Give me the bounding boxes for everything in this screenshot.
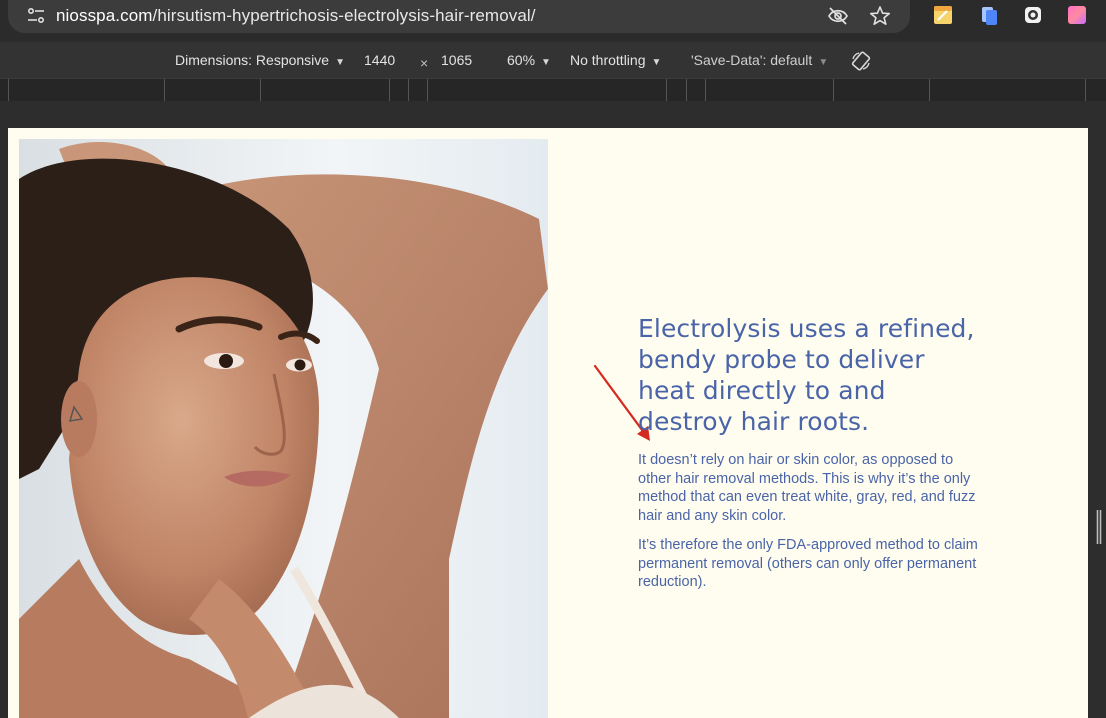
browser-top-bar: niosspa.com/hirsutism-hypertrichosis-ele… xyxy=(0,0,1106,42)
ruler-tick xyxy=(666,79,667,101)
dimensions-dropdown[interactable]: Dimensions: Responsive ▼ xyxy=(175,52,345,68)
extension-notes-icon[interactable] xyxy=(932,4,954,26)
ruler-tick xyxy=(833,79,834,101)
url-host: niosspa.com xyxy=(56,6,153,25)
ruler-tick xyxy=(705,79,706,101)
media-query-ruler[interactable] xyxy=(0,78,1106,101)
save-data-dropdown[interactable]: 'Save-Data': default ▼ xyxy=(691,52,828,68)
url-text[interactable]: niosspa.com/hirsutism-hypertrichosis-ele… xyxy=(56,6,536,26)
bookmark-star-icon[interactable] xyxy=(869,5,891,27)
throttling-label: No throttling xyxy=(570,52,646,68)
section-headline: Electrolysis uses a refined, bendy probe… xyxy=(638,314,975,436)
body-paragraph: It’s therefore the only FDA-approved met… xyxy=(638,537,978,590)
ruler-tick xyxy=(164,79,165,101)
site-info-icon[interactable] xyxy=(26,7,46,25)
throttling-dropdown[interactable]: No throttling ▼ xyxy=(570,52,661,68)
extension-record-icon[interactable] xyxy=(1022,4,1044,26)
device-toolbar: Dimensions: Responsive ▼ 1440 × 1065 60% ▼… xyxy=(0,42,1106,78)
url-path: /hirsutism-hypertrichosis-electrolysis-h… xyxy=(152,6,536,25)
save-data-label: 'Save-Data': default xyxy=(691,52,813,68)
viewport-resize-handle[interactable] xyxy=(1096,510,1102,544)
ruler-tick xyxy=(1085,79,1086,101)
woman-portrait-image xyxy=(19,139,548,718)
ruler-tick xyxy=(260,79,261,101)
ruler-tick xyxy=(8,79,9,101)
ruler-tick xyxy=(686,79,687,101)
zoom-dropdown[interactable]: 60% ▼ xyxy=(507,52,551,68)
dimensions-label: Dimensions: Responsive xyxy=(175,52,330,68)
viewport-margin xyxy=(0,101,1106,128)
address-bar[interactable]: niosspa.com/hirsutism-hypertrichosis-ele… xyxy=(8,0,910,33)
zoom-label: 60% xyxy=(507,52,536,68)
chevron-down-icon: ▼ xyxy=(818,57,829,68)
extension-copy-icon[interactable] xyxy=(978,4,1000,26)
content-text-block: Electrolysis uses a refined, bendy probe… xyxy=(638,313,983,603)
ruler-tick xyxy=(389,79,390,101)
chevron-down-icon: ▼ xyxy=(335,57,345,68)
rotate-icon[interactable] xyxy=(850,50,872,72)
eye-off-icon[interactable] xyxy=(827,5,849,27)
chevron-down-icon: ▼ xyxy=(651,57,662,68)
page-viewport: Electrolysis uses a refined, bendy probe… xyxy=(8,128,1088,718)
width-input[interactable]: 1440 xyxy=(364,52,395,68)
times-sign: × xyxy=(420,55,429,71)
chevron-down-icon: ▼ xyxy=(541,57,551,68)
ruler-tick xyxy=(929,79,930,101)
ruler-tick xyxy=(427,79,428,101)
height-input[interactable]: 1065 xyxy=(441,52,472,68)
ruler-tick xyxy=(408,79,409,101)
extension-gradient-icon[interactable] xyxy=(1066,4,1088,26)
body-paragraph: It doesn’t rely on hair or skin color, a… xyxy=(638,452,976,524)
